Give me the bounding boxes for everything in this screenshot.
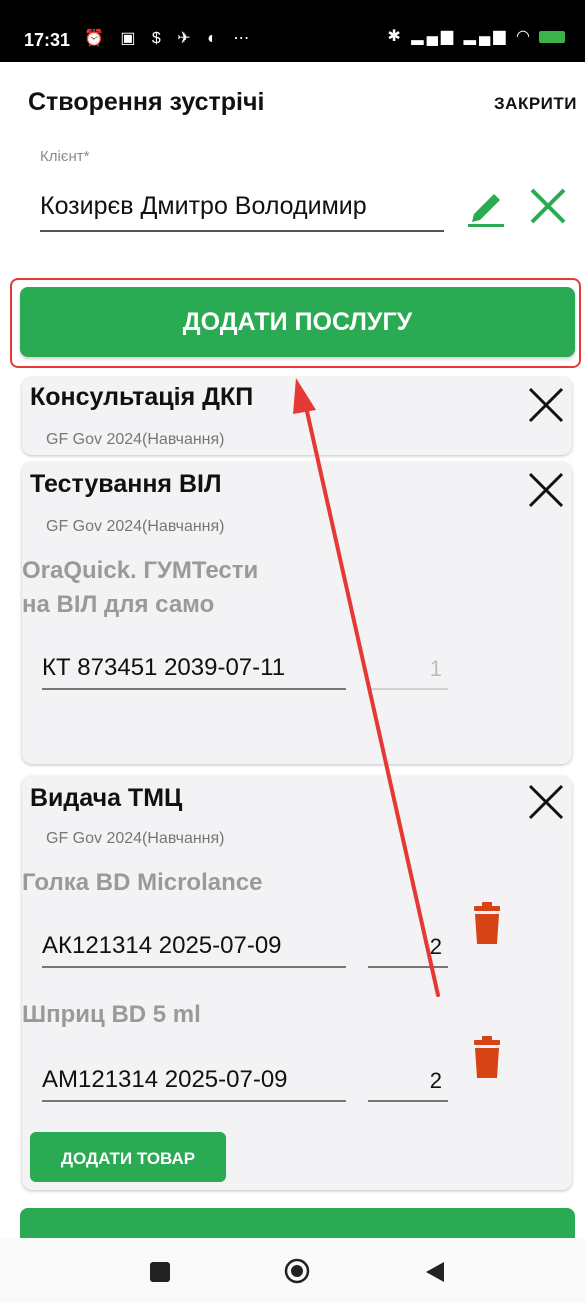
quantity-field[interactable]: 2 (368, 926, 448, 968)
system-nav-bar (0, 1238, 585, 1303)
nav-home-icon[interactable] (284, 1258, 310, 1284)
nav-recents-icon[interactable] (150, 1262, 170, 1282)
close-icon[interactable] (526, 782, 566, 822)
add-service-button[interactable]: ДОДАТИ ПОСЛУГУ (20, 287, 575, 357)
nav-back-icon[interactable] (424, 1260, 446, 1284)
item-name-line: OraQuick. ГУМТести (22, 557, 259, 584)
edit-icon[interactable] (466, 188, 506, 228)
page-title: Створення зустрічі (28, 88, 265, 116)
quantity-field[interactable]: 2 (368, 1060, 448, 1102)
item-name: Голка BD Microlance (22, 869, 263, 896)
quantity-value: 2 (429, 1068, 442, 1093)
trash-icon[interactable] (470, 902, 504, 946)
service-title: Тестування ВІЛ (30, 470, 222, 498)
client-label: Клієнт* (40, 148, 90, 165)
trash-icon[interactable] (470, 1036, 504, 1080)
batch-value: КТ 873451 2039-07-11 (42, 654, 286, 681)
close-icon[interactable] (526, 385, 566, 425)
close-icon[interactable] (526, 470, 566, 510)
close-button[interactable]: ЗАКРИТИ (494, 94, 577, 114)
item-name: OraQuick. ГУМТести на ВІЛ для само (22, 554, 258, 622)
client-field[interactable]: Козирєв Дмитро Володимир (40, 186, 444, 232)
service-title: Консультація ДКП (30, 383, 254, 411)
item-name-line: на ВІЛ для само (22, 591, 215, 618)
quantity-field: 1 (368, 648, 448, 690)
status-bar: 17:31 ⏰ ▣ $ ✈ ◐ ⋯ ✱ ▂▄▆ ▂▄▆ ◠ (0, 0, 585, 62)
batch-field[interactable]: АМ121314 2025-07-09 (42, 1060, 346, 1102)
batch-value: АК121314 2025-07-09 (42, 932, 282, 959)
service-card-hiv-test: Тестування ВІЛ GF Gov 2024(Навчання) Ora… (22, 462, 572, 764)
status-time: 17:31 (24, 30, 71, 50)
client-value: Козирєв Дмитро Володимир (40, 192, 367, 220)
service-card-consultation: Консультація ДКП GF Gov 2024(Навчання) (22, 377, 572, 455)
quantity-value: 2 (429, 934, 442, 959)
service-title: Видача ТМЦ (30, 784, 183, 812)
service-program: GF Gov 2024(Навчання) (46, 431, 225, 448)
service-program: GF Gov 2024(Навчання) (46, 518, 225, 535)
batch-field[interactable]: АК121314 2025-07-09 (42, 926, 346, 968)
add-goods-button[interactable]: ДОДАТИ ТОВАР (30, 1132, 226, 1182)
service-card-goods: Видача ТМЦ GF Gov 2024(Навчання) Голка B… (22, 776, 572, 1190)
quantity-value: 1 (429, 656, 442, 681)
notification-icons: ⏰ ▣ $ ✈ ◐ ⋯ (84, 30, 256, 47)
signal-wifi-icons: ✱ ▂▄▆ ▂▄▆ ◠ (387, 28, 533, 45)
item-name: Шприц BD 5 ml (22, 1001, 201, 1028)
batch-field[interactable]: КТ 873451 2039-07-11 (42, 648, 346, 690)
clear-client-icon[interactable] (528, 186, 568, 226)
battery-icon (539, 30, 565, 43)
batch-value: АМ121314 2025-07-09 (42, 1066, 288, 1093)
service-program: GF Gov 2024(Навчання) (46, 830, 225, 847)
system-icons: ✱ ▂▄▆ ▂▄▆ ◠ (387, 26, 565, 46)
